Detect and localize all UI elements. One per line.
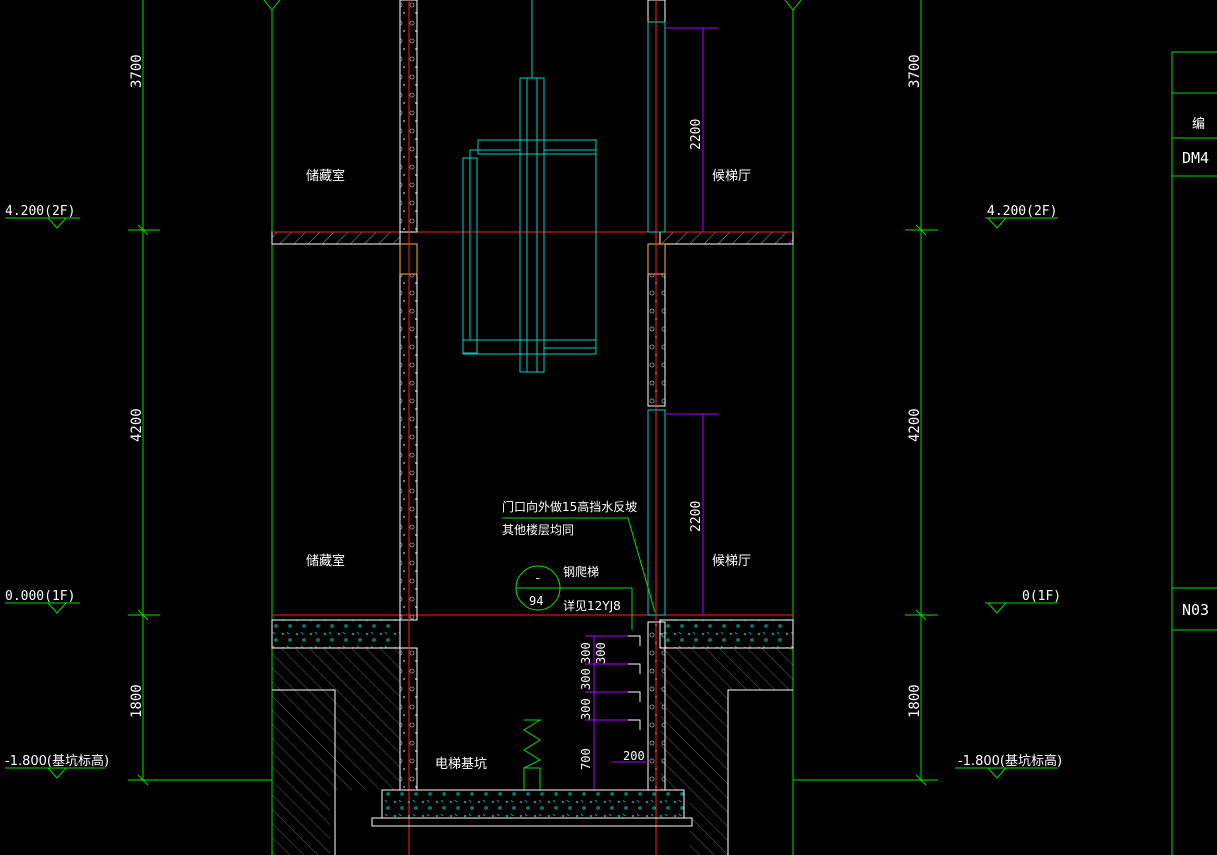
level-label-left-pit: -1.800(基坑标高) [5,753,109,769]
level-marker-right-2f: 4.200(2F) [985,204,1058,229]
title-code: DM4 [1182,149,1209,167]
dim-door-lower: 2200 [689,501,704,532]
level-label-right-pit: -1.800(基坑标高) [958,753,1062,769]
level-label-right-1f: 0(1F) [1022,589,1061,604]
dim-4200-left: 4200 [129,408,145,442]
door-dim-upper: 2200 [665,27,718,232]
note-line1: 门口向外做15高挡水反坡 [502,499,637,514]
room-pit: 电梯基坑 [435,757,487,772]
dim-door-upper: 2200 [689,119,704,150]
dim-4200-right: 4200 [907,408,923,442]
buffer-spring [523,719,542,791]
detail-top: - [534,571,541,585]
ladder-detail-ref: - 94 钢爬梯 详见12YJ8 [515,565,633,630]
elevator-section-drawing: 3700 4200 1800 3700 4200 1800 4.200(2F) … [5,0,1217,855]
earth-hatch [272,648,793,855]
level-marker-left-pit: -1.800(基坑标高) [5,753,109,779]
slab-2f [271,231,794,245]
room-hall-lower: 候梯厅 [712,554,751,569]
dim-ladder-300b: 300 [579,668,593,690]
dim-ladder-300c: 300 [579,698,593,720]
level-label-right-2f: 4.200(2F) [987,204,1057,219]
room-storage-lower: 储藏室 [306,553,345,569]
dim-1800-right: 1800 [907,684,923,718]
ladder-ref: 详见12YJ8 [563,598,621,613]
dim-ladder-200: 200 [623,749,645,763]
detail-bottom: 94 [529,594,543,608]
room-hall-upper: 候梯厅 [712,169,751,184]
dim-3700-left: 3700 [129,54,145,88]
right-dimension-chain: 3700 4200 1800 [793,0,938,786]
shaft-wall-left [399,0,418,855]
dim-3700-right: 3700 [907,54,923,88]
steel-ladder [628,635,641,730]
ladder-dims: 300 300 300 300 700 200 [579,635,648,790]
level-marker-left-1f: 0.000(1F) [5,589,80,614]
left-dimension-chain: 3700 4200 1800 [128,0,272,786]
level-marker-right-pit: -1.800(基坑标高) [955,753,1062,779]
room-storage-upper: 储藏室 [306,168,345,184]
title-number: N03 [1182,601,1209,619]
dim-ladder-700: 700 [579,748,593,770]
note-line2: 其他楼层均同 [502,522,574,537]
dim-ladder-300d: 300 [594,642,608,664]
level-marker-right-1f: 0(1F) [985,589,1061,614]
dim-1800-left: 1800 [129,684,145,718]
title-header: 编 [1192,117,1205,132]
level-label-left-1f: 0.000(1F) [5,589,75,604]
pit-foundation [371,789,693,827]
level-marker-left-2f: 4.200(2F) [5,204,80,229]
slab-1f [271,614,794,649]
ladder-label: 钢爬梯 [563,565,599,579]
dim-ladder-300a: 300 [579,642,593,664]
level-label-left-2f: 4.200(2F) [5,204,75,219]
door-dim-lower: 2200 [665,413,718,615]
elevator-car [462,0,597,373]
title-block: 编 DM4 N03 [1171,51,1217,855]
shaft-wall-right [647,0,666,855]
